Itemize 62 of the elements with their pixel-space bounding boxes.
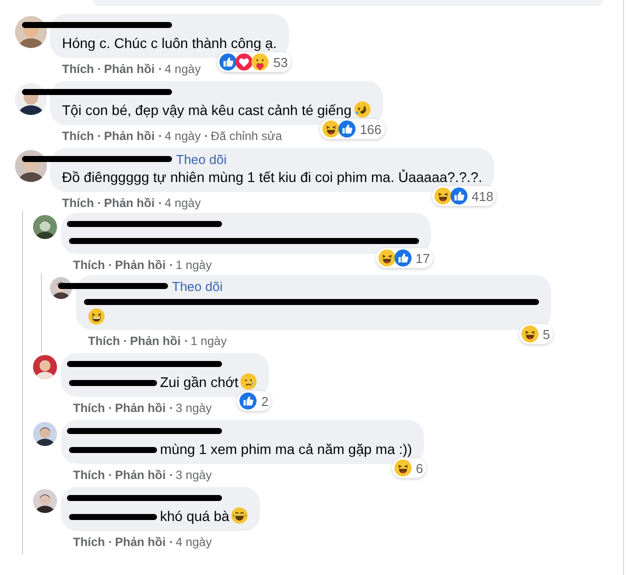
- like-link[interactable]: Thích: [73, 400, 105, 414]
- reaction-count: 418: [472, 188, 494, 204]
- reply-link[interactable]: Phản hồi: [104, 128, 155, 142]
- comment-text: mùng 1 xem phim ma cả năm gặp ma :)): [160, 441, 412, 457]
- reply-link[interactable]: Phản hồi: [104, 196, 155, 210]
- reaction-summary[interactable]: 53: [217, 52, 291, 72]
- reaction-summary[interactable]: 17: [376, 248, 433, 268]
- comment-text: Tội con bé, đẹp vậy mà kêu cast cảnh té giếng: [62, 102, 352, 118]
- like-link[interactable]: Thích: [73, 258, 105, 272]
- comment-text: Hóng c. Chúc c luôn thành công ạ.: [62, 35, 277, 51]
- timestamp[interactable]: 3 ngày: [176, 468, 212, 482]
- timestamp[interactable]: 1 ngày: [190, 334, 227, 348]
- reaction-count: 53: [273, 54, 288, 70]
- comment-text: Đồ điênggggg tự nhiên mùng 1 tết kiu đi coi phim ma. Ủaaaaa?.?.?.: [62, 169, 482, 185]
- reaction-summary[interactable]: 2: [237, 391, 272, 411]
- comment-text: Zui gần chớt: [160, 374, 238, 390]
- timestamp[interactable]: 1 ngày: [176, 258, 212, 272]
- timestamp[interactable]: 4 ngày: [164, 62, 201, 76]
- comment-text: khó quá bà: [160, 508, 230, 524]
- laughing-face-icon: [520, 325, 539, 343]
- like-icon: [394, 249, 412, 267]
- laughing-tears-face-icon: [231, 507, 248, 524]
- reaction-count: 5: [542, 326, 550, 342]
- laughing-face-icon: [394, 459, 412, 477]
- reaction-count: 6: [416, 460, 424, 476]
- reaction-summary[interactable]: 418: [432, 186, 496, 206]
- reply-link[interactable]: Phản hồi: [115, 468, 166, 482]
- timestamp[interactable]: 3 ngày: [176, 400, 212, 414]
- reply-link[interactable]: Phản hồi: [115, 534, 166, 548]
- rolling-laughing-face-icon: [354, 101, 371, 118]
- like-icon: [239, 392, 258, 410]
- follow-link[interactable]: Theo dõi: [172, 278, 223, 294]
- reaction-count: 2: [261, 394, 268, 408]
- like-link[interactable]: Thích: [73, 468, 105, 482]
- like-link[interactable]: Thích: [73, 534, 105, 548]
- edited-label: Đã chỉnh sửa: [210, 128, 282, 142]
- laughing-face-icon: [322, 120, 340, 138]
- timestamp[interactable]: 4 ngày: [164, 128, 201, 142]
- like-icon: [338, 120, 356, 138]
- like-link[interactable]: Thích: [62, 128, 94, 142]
- grinning-face-icon: [88, 308, 105, 325]
- reply-link[interactable]: Phản hồi: [115, 258, 166, 272]
- reaction-count: 17: [416, 250, 430, 266]
- reaction-summary[interactable]: 6: [392, 458, 426, 478]
- timestamp[interactable]: 4 ngày: [176, 534, 212, 548]
- reaction-summary[interactable]: 166: [320, 119, 385, 139]
- sad-face-icon: [240, 373, 258, 390]
- like-icon: [219, 53, 238, 71]
- reaction-count: 166: [360, 122, 382, 136]
- like-link[interactable]: Thích: [62, 196, 94, 210]
- reply-link[interactable]: Phản hồi: [115, 400, 166, 414]
- timestamp[interactable]: 4 ngày: [164, 196, 201, 210]
- reply-link[interactable]: Phản hồi: [104, 62, 155, 76]
- like-link[interactable]: Thích: [88, 334, 120, 348]
- laughing-face-icon: [378, 249, 396, 267]
- hugging-face-icon: [251, 53, 270, 71]
- like-icon: [450, 187, 468, 205]
- reaction-summary[interactable]: 5: [518, 324, 553, 344]
- follow-link[interactable]: Theo dõi: [176, 152, 227, 166]
- laughing-face-icon: [434, 187, 452, 205]
- reply-link[interactable]: Phản hồi: [130, 334, 181, 348]
- like-link[interactable]: Thích: [62, 62, 94, 76]
